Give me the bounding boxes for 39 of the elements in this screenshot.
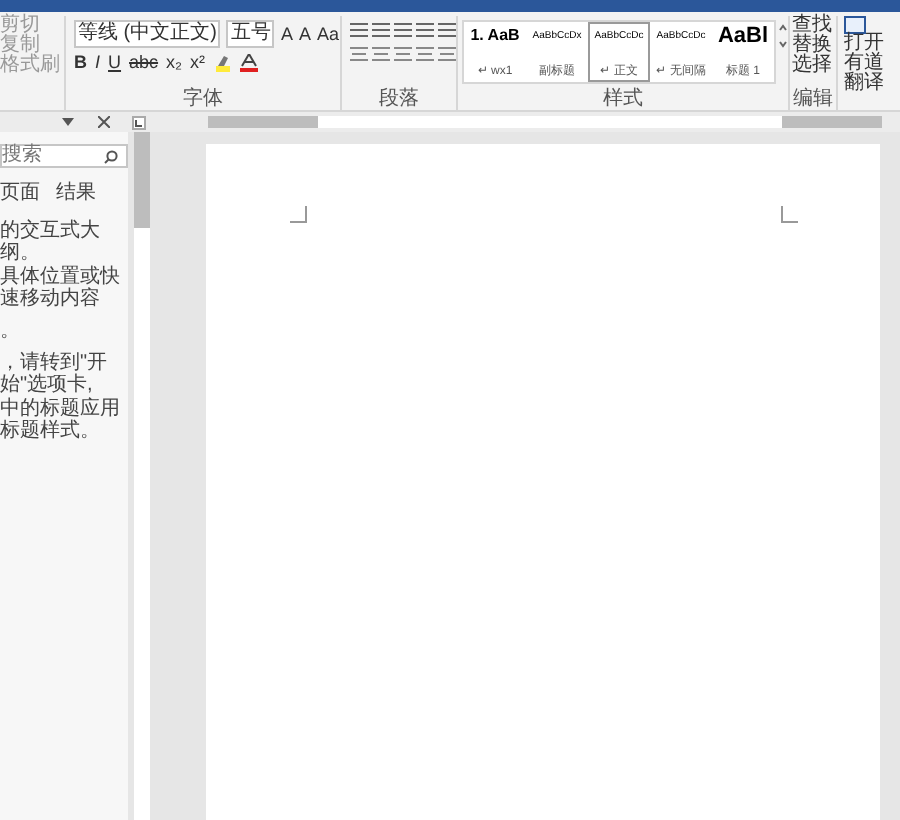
translate-label: 打开 bbox=[844, 34, 886, 54]
close-icon[interactable] bbox=[98, 116, 110, 128]
group-label: 字体 bbox=[181, 90, 225, 110]
editing-button[interactable]: 查找 bbox=[792, 16, 832, 36]
format-button[interactable]: I bbox=[95, 52, 101, 72]
font-grow-button[interactable]: A bbox=[298, 24, 311, 44]
group-label: 编辑 bbox=[791, 90, 835, 110]
format-button[interactable]: B bbox=[74, 52, 87, 72]
style-sample: AaBl bbox=[717, 24, 769, 48]
pane-text: ，请转到"开始"选项卡, bbox=[0, 352, 110, 396]
tab-selector-icon[interactable] bbox=[132, 115, 146, 129]
group-label: 段落 bbox=[377, 90, 421, 110]
margin-corner-mark bbox=[780, 206, 798, 224]
format-button[interactable]: U bbox=[108, 52, 122, 72]
pane-text: 具体位置或快速移动内容 bbox=[0, 266, 122, 310]
margin-corner-mark bbox=[290, 206, 308, 224]
highlighter-icon[interactable] bbox=[213, 53, 232, 71]
pane-text: 中的标题应用标题样式。 bbox=[0, 398, 122, 442]
font-family-field[interactable]: 等线 (中文正文) bbox=[74, 20, 221, 48]
font-color-icon[interactable] bbox=[239, 53, 258, 71]
dropdown-icon[interactable] bbox=[62, 118, 74, 126]
editing-button[interactable]: 替换 bbox=[792, 36, 832, 56]
translate-label: 有道翻译 bbox=[844, 54, 886, 94]
format-button[interactable]: x₂ bbox=[166, 52, 183, 72]
style-sample: 1. AaB bbox=[470, 24, 520, 48]
pane-tab[interactable]: 页面 bbox=[0, 184, 40, 204]
pane-text: 的交互式大纲。 bbox=[0, 220, 102, 264]
pane-tab[interactable]: 结果 bbox=[56, 184, 96, 204]
pane-text: 。 bbox=[0, 320, 22, 342]
translate-icon[interactable] bbox=[844, 16, 866, 34]
format-button[interactable]: abc bbox=[129, 52, 159, 72]
search-icon[interactable] bbox=[104, 149, 118, 163]
search-field[interactable]: 搜索 bbox=[0, 144, 128, 168]
change-case-button[interactable]: Aa bbox=[316, 24, 339, 44]
editing-button[interactable]: 选择 bbox=[792, 56, 832, 76]
font-size-field[interactable]: 五号 bbox=[226, 20, 275, 48]
format-button[interactable]: x² bbox=[190, 52, 206, 72]
font-grow-button[interactable]: A bbox=[280, 24, 293, 44]
group-label: 样式 bbox=[601, 90, 645, 110]
